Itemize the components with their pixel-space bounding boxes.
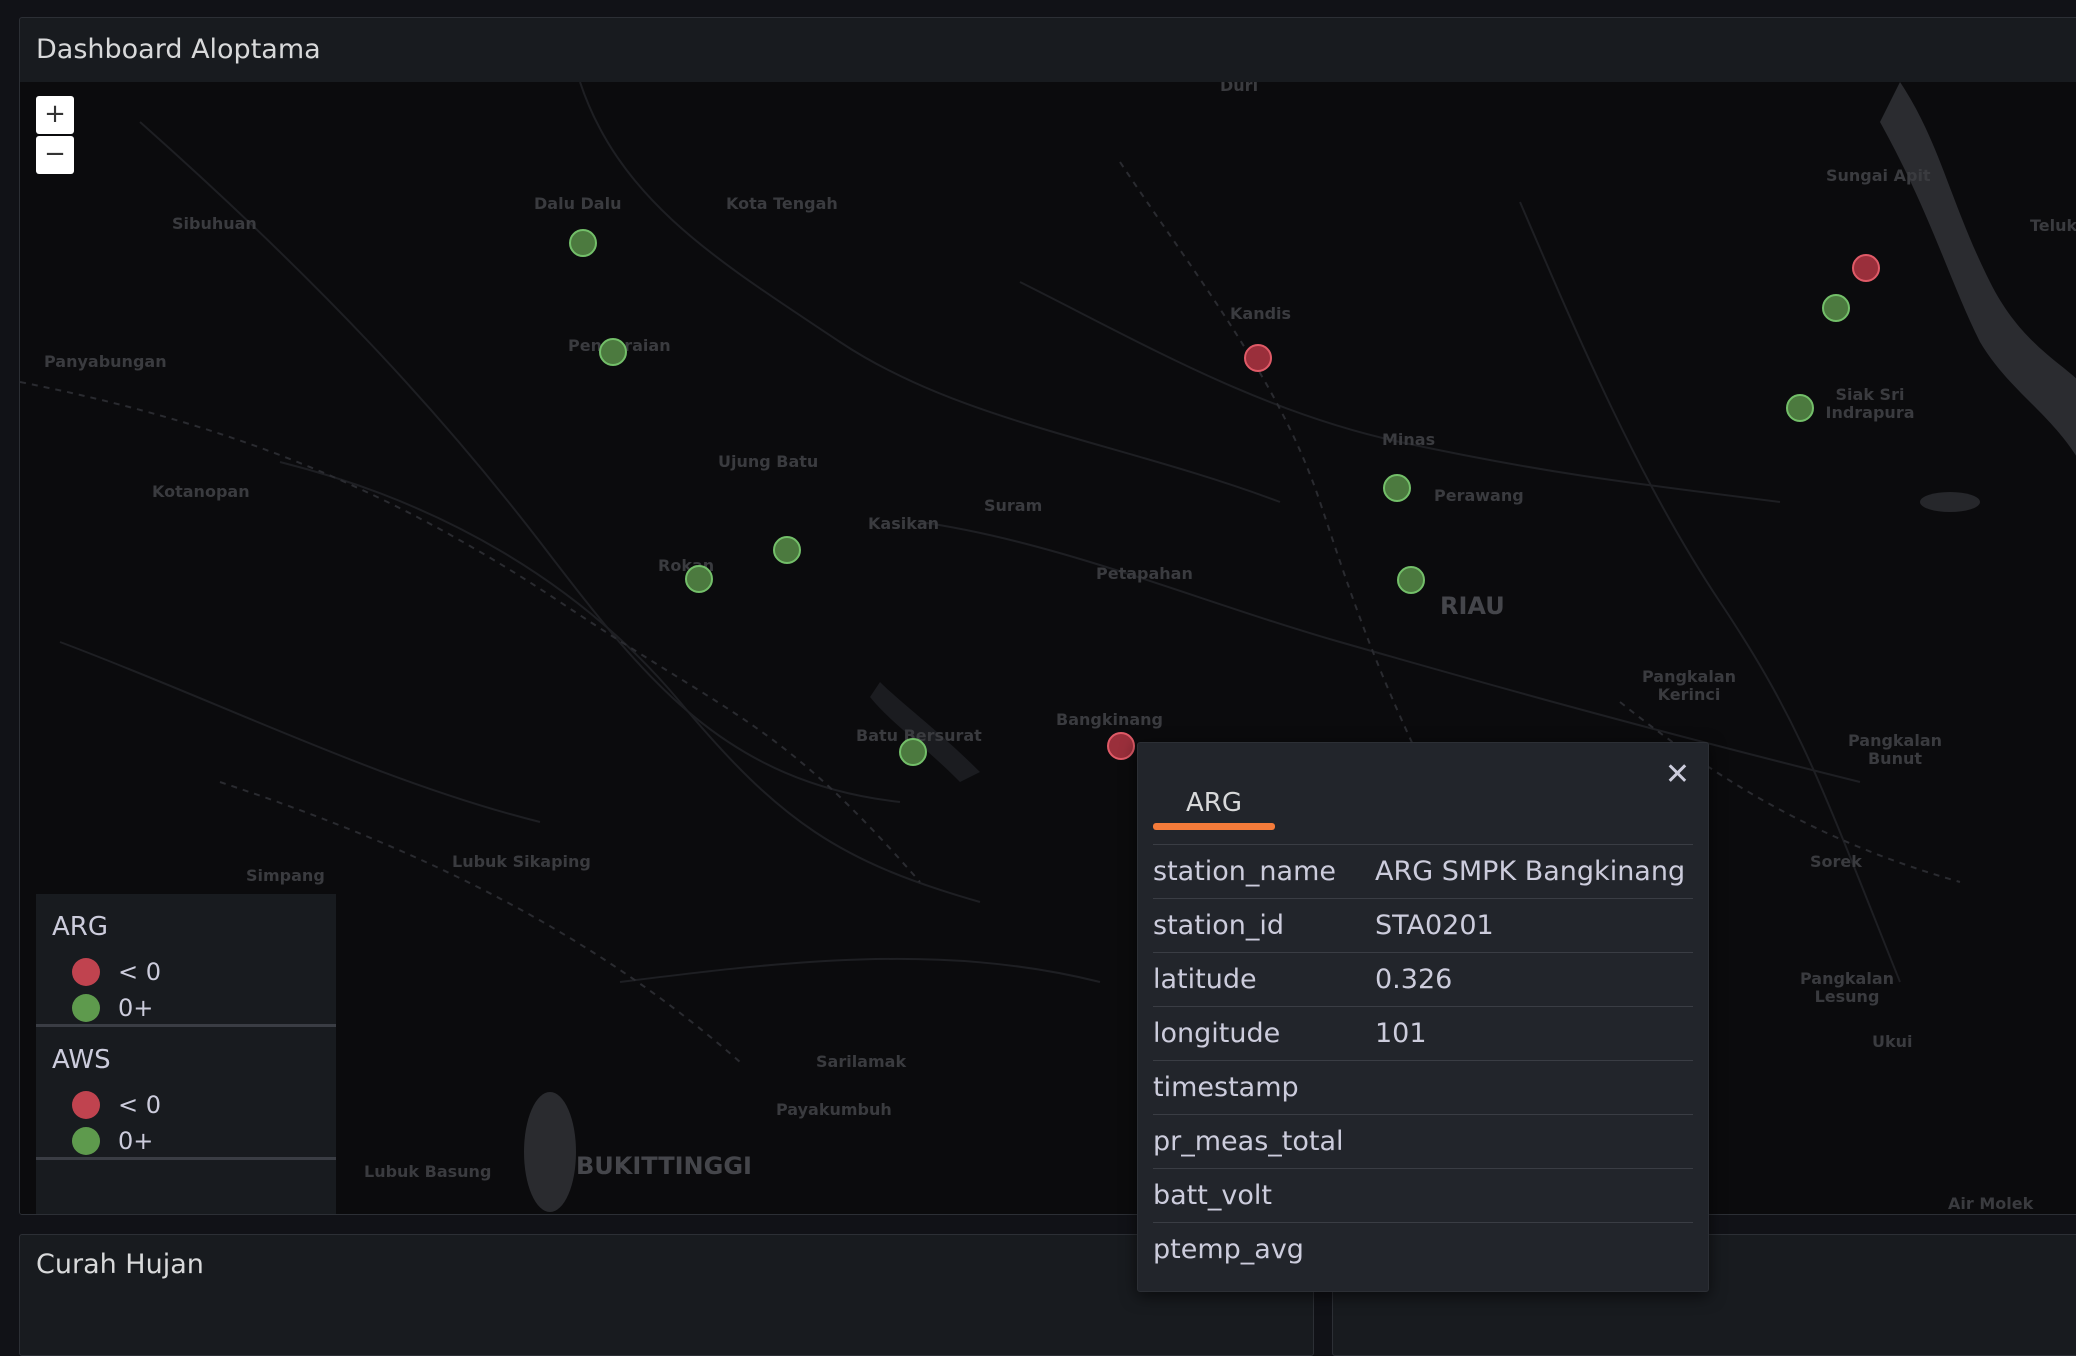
table-row: latitude 0.326 xyxy=(1153,952,1693,1007)
field-value xyxy=(1375,1114,1693,1169)
legend-title: ARG xyxy=(52,912,108,942)
field-key: station_id xyxy=(1153,898,1375,953)
field-value xyxy=(1375,1168,1693,1223)
field-key: batt_volt xyxy=(1153,1168,1375,1223)
red-dot-icon xyxy=(72,1091,100,1119)
panel-title: Curah Hujan xyxy=(36,1249,204,1280)
place-label: Air Molek xyxy=(1948,1194,2034,1213)
place-label: Ujung Batu xyxy=(718,452,819,471)
station-marker[interactable] xyxy=(1822,294,1850,322)
place-label: BUKITTINGGI xyxy=(576,1152,752,1180)
zoom-in-button[interactable]: + xyxy=(36,96,74,134)
green-dot-icon xyxy=(72,1127,100,1155)
field-value: STA0201 xyxy=(1375,898,1693,953)
close-icon[interactable]: ✕ xyxy=(1665,757,1690,792)
place-label: RIAU xyxy=(1440,592,1505,620)
place-label: Kandis xyxy=(1230,304,1292,323)
field-key: ptemp_avg xyxy=(1153,1222,1375,1276)
station-marker[interactable] xyxy=(1397,566,1425,594)
place-label: Pangkalan Lesung xyxy=(1799,969,1895,1006)
field-key: station_name xyxy=(1153,844,1375,899)
legend-item: 0+ xyxy=(52,990,320,1026)
station-marker[interactable] xyxy=(773,536,801,564)
table-row: batt_volt xyxy=(1153,1168,1693,1223)
table-row: longitude 101 xyxy=(1153,1006,1693,1061)
place-label: Panyabungan xyxy=(44,352,167,371)
place-label: Sungai Apit xyxy=(1826,166,1931,185)
place-label: Sorek xyxy=(1810,852,1862,871)
place-label: Siak Sri Indrapura xyxy=(1825,385,1915,422)
place-label: Ukui xyxy=(1872,1032,1913,1051)
place-label: Lubuk Sikaping xyxy=(452,852,591,871)
field-value xyxy=(1375,1060,1693,1115)
station-marker[interactable] xyxy=(1244,344,1272,372)
red-dot-icon xyxy=(72,958,100,986)
legend-label: 0+ xyxy=(118,1127,154,1155)
place-label: Pangkalan Bunut xyxy=(1847,731,1943,768)
legend-title: AWS xyxy=(52,1045,111,1075)
field-value: 101 xyxy=(1375,1006,1693,1061)
station-marker[interactable] xyxy=(899,738,927,766)
field-value xyxy=(1375,1222,1693,1276)
map-panel: Dashboard Aloptama Sibuhuan Dalu Dalu Ko… xyxy=(19,17,2076,1215)
legend-label: 0+ xyxy=(118,994,154,1022)
green-dot-icon xyxy=(72,994,100,1022)
field-key: latitude xyxy=(1153,952,1375,1007)
station-details-table: station_name ARG SMPK Bangkinang station… xyxy=(1153,844,1693,1276)
panel-header[interactable]: Dashboard Aloptama xyxy=(20,18,2076,82)
place-label: Pangkalan Kerinci xyxy=(1641,667,1737,704)
place-label: Duri xyxy=(1220,82,1259,95)
legend-group-arg: ARG < 0 0+ xyxy=(36,894,336,1027)
table-row: timestamp xyxy=(1153,1060,1693,1115)
place-label: Minas xyxy=(1382,430,1436,449)
station-marker[interactable] xyxy=(1383,474,1411,502)
place-label: Dalu Dalu xyxy=(534,194,622,213)
place-label: Kasikan xyxy=(868,514,940,533)
panel-title: Dashboard Aloptama xyxy=(36,34,321,65)
field-value: 0.326 xyxy=(1375,952,1693,1007)
place-label: Kota Tengah xyxy=(726,194,838,213)
field-key: timestamp xyxy=(1153,1060,1375,1115)
legend-group-aws: AWS < 0 0+ xyxy=(36,1027,336,1160)
field-key: longitude xyxy=(1153,1006,1375,1061)
table-row: station_name ARG SMPK Bangkinang xyxy=(1153,844,1693,899)
legend-item: < 0 xyxy=(52,954,320,990)
table-row: pr_meas_total xyxy=(1153,1114,1693,1169)
place-label: Payakumbuh xyxy=(776,1100,892,1119)
map-legend: ARG < 0 0+ AWS < 0 0+ xyxy=(36,894,336,1214)
table-row: ptemp_avg xyxy=(1153,1222,1693,1276)
tab-arg[interactable]: ARG xyxy=(1153,783,1275,830)
field-key: pr_meas_total xyxy=(1153,1114,1375,1169)
place-label: Kotanopan xyxy=(152,482,250,501)
place-label: Petapahan xyxy=(1096,564,1193,583)
station-marker[interactable] xyxy=(1107,732,1135,760)
station-marker[interactable] xyxy=(1852,254,1880,282)
station-marker[interactable] xyxy=(1786,394,1814,422)
place-label: Lubuk Basung xyxy=(364,1162,492,1181)
station-marker[interactable] xyxy=(599,338,627,366)
legend-label: < 0 xyxy=(118,1091,162,1119)
station-marker[interactable] xyxy=(569,229,597,257)
zoom-out-button[interactable]: − xyxy=(36,136,74,174)
place-label: Sarilamak xyxy=(816,1052,907,1071)
place-label: Suram xyxy=(984,496,1043,515)
legend-label: < 0 xyxy=(118,958,162,986)
station-marker[interactable] xyxy=(685,565,713,593)
place-label: Sibuhuan xyxy=(172,214,257,233)
place-label: Bangkinang xyxy=(1056,710,1163,729)
legend-item: 0+ xyxy=(52,1123,320,1159)
station-popup: ✕ ARG station_name ARG SMPK Bangkinang s… xyxy=(1137,742,1709,1292)
table-row: station_id STA0201 xyxy=(1153,898,1693,953)
place-label: Perawang xyxy=(1434,486,1524,505)
map-canvas[interactable]: Sibuhuan Dalu Dalu Kota Tengah Panyabung… xyxy=(20,82,2076,1214)
field-value: ARG SMPK Bangkinang xyxy=(1375,844,1693,899)
legend-item: < 0 xyxy=(52,1087,320,1123)
place-label: Teluk xyxy=(2030,216,2076,235)
place-label: Simpang xyxy=(246,866,325,885)
